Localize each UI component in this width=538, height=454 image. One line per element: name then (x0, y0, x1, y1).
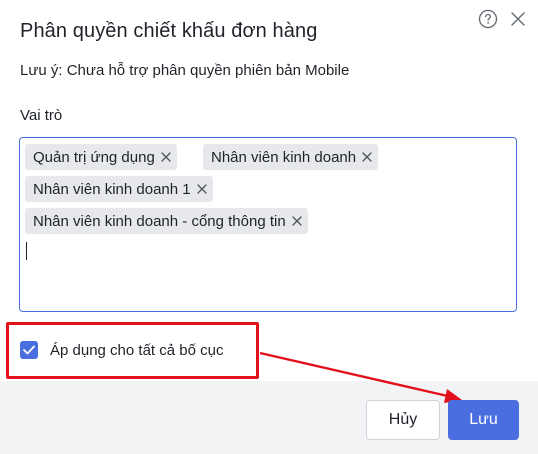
role-tag: Nhân viên kinh doanh - cổng thông tin (25, 208, 308, 234)
tag-remove-icon[interactable] (290, 214, 304, 228)
role-field-label: Vai trò (20, 107, 63, 124)
role-tag-label: Nhân viên kinh doanh (211, 148, 357, 166)
mobile-note: Lưu ý: Chưa hỗ trợ phân quyền phiên bản … (20, 62, 350, 79)
apply-all-label: Áp dụng cho tất cả bố cục (50, 341, 224, 359)
permission-dialog: Phân quyền chiết khấu đơn hàng Lưu ý: Ch… (0, 0, 538, 454)
apply-all-row[interactable]: Áp dụng cho tất cả bố cục (20, 341, 223, 359)
role-tag: Nhân viên kinh doanh 1 (25, 176, 213, 202)
tag-remove-icon[interactable] (159, 150, 173, 164)
close-icon[interactable] (510, 11, 526, 27)
dialog-title: Phân quyền chiết khấu đơn hàng (20, 20, 318, 42)
text-caret (26, 242, 27, 260)
role-tag-label: Quản trị ứng dụng (33, 148, 155, 166)
checkmark-icon (23, 345, 35, 355)
role-tag: Quản trị ứng dụng (25, 144, 177, 170)
role-multiselect[interactable]: Quản trị ứng dụng Nhân viên kinh doanh N… (19, 137, 517, 312)
apply-all-checkbox[interactable] (20, 341, 38, 359)
save-button[interactable]: Lưu (448, 400, 519, 440)
role-tag-label: Nhân viên kinh doanh - cổng thông tin (33, 212, 286, 230)
cancel-button[interactable]: Hủy (366, 400, 440, 440)
tag-remove-icon[interactable] (360, 150, 374, 164)
role-tag: Nhân viên kinh doanh (203, 144, 379, 170)
role-tag-label: Nhân viên kinh doanh 1 (33, 180, 191, 198)
tag-remove-icon[interactable] (195, 182, 209, 196)
help-icon[interactable] (478, 9, 498, 29)
